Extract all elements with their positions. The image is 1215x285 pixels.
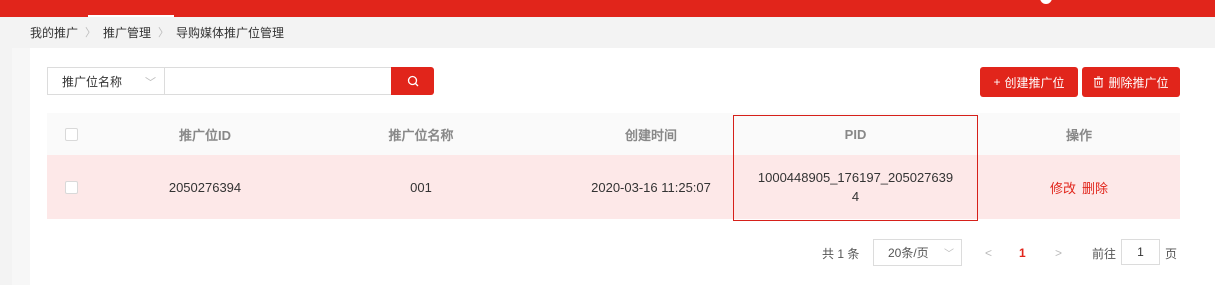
page-size-select[interactable]: 20条/页 ﹀ bbox=[873, 239, 962, 266]
delete-promotion-button[interactable]: 删除推广位 bbox=[1082, 67, 1180, 97]
top-nav-bar bbox=[0, 0, 1215, 17]
pid-line-2: 4 bbox=[851, 189, 860, 204]
page-number-current[interactable]: 1 bbox=[1019, 240, 1026, 266]
edit-link[interactable]: 修改 bbox=[1050, 178, 1076, 197]
pid-line-1: 1000448905_176197_205027639 bbox=[757, 170, 954, 185]
select-all-checkbox[interactable] bbox=[64, 127, 78, 141]
create-promotion-button[interactable]: + 创建推广位 bbox=[980, 67, 1078, 97]
cell-promotion-id: 2050276394 bbox=[168, 179, 242, 195]
pagination-total: 共 1 条 bbox=[822, 246, 860, 261]
header-promotion-name: 推广位名称 bbox=[388, 127, 454, 143]
search-field-label: 推广位名称 bbox=[62, 74, 123, 89]
header-promotion-id: 推广位ID bbox=[178, 127, 231, 143]
row-select-cell bbox=[47, 155, 95, 219]
prev-page-icon[interactable]: < bbox=[985, 240, 992, 266]
breadcrumb-item-promotion-management[interactable]: 推广管理 bbox=[103, 24, 151, 41]
table-header: 推广位ID 推广位名称 创建时间 PID 操作 bbox=[47, 113, 1180, 155]
select-all-cell bbox=[47, 113, 95, 155]
left-gutter bbox=[0, 48, 12, 285]
chevron-down-icon: ﹀ bbox=[145, 77, 156, 89]
plus-icon: + bbox=[993, 75, 1001, 89]
delete-link[interactable]: 删除 bbox=[1082, 178, 1108, 197]
breadcrumb-separator-icon: 〉 bbox=[158, 27, 170, 39]
cell-promotion-name: 001 bbox=[410, 179, 432, 195]
breadcrumb-separator-icon: 〉 bbox=[85, 27, 97, 39]
table-row: 2050276394 001 2020-03-16 11:25:07 10004… bbox=[47, 155, 1180, 219]
header-pid: PID bbox=[844, 126, 867, 142]
breadcrumb-item-my-promotion[interactable]: 我的推广 bbox=[30, 24, 78, 41]
search-input[interactable] bbox=[164, 67, 392, 95]
search-icon bbox=[407, 75, 418, 87]
goto-label: 前往 bbox=[1092, 246, 1117, 261]
breadcrumb-item-current: 导购媒体推广位管理 bbox=[176, 25, 285, 40]
goto-page-input[interactable] bbox=[1121, 239, 1160, 265]
create-promotion-label: 创建推广位 bbox=[1004, 75, 1065, 90]
search-field-select[interactable]: 推广位名称 ﹀ bbox=[47, 67, 165, 95]
active-tab-indicator bbox=[88, 15, 174, 17]
chevron-down-icon: ﹀ bbox=[944, 249, 954, 260]
cell-actions: 修改 删除 bbox=[978, 155, 1180, 219]
breadcrumb: 我的推广 〉 推广管理 〉 导购媒体推广位管理 bbox=[30, 24, 284, 40]
search-button[interactable] bbox=[391, 67, 434, 95]
trash-icon bbox=[1094, 76, 1104, 88]
cell-pid: 1000448905_176197_205027639 4 bbox=[733, 155, 978, 219]
next-page-icon[interactable]: > bbox=[1055, 240, 1062, 266]
delete-promotion-label: 删除推广位 bbox=[1108, 75, 1169, 90]
user-icon[interactable] bbox=[1040, 0, 1052, 4]
header-actions: 操作 bbox=[1065, 127, 1092, 143]
page-suffix: 页 bbox=[1165, 246, 1178, 261]
page-size-value: 20条/页 bbox=[888, 246, 929, 260]
row-checkbox[interactable] bbox=[64, 180, 78, 194]
